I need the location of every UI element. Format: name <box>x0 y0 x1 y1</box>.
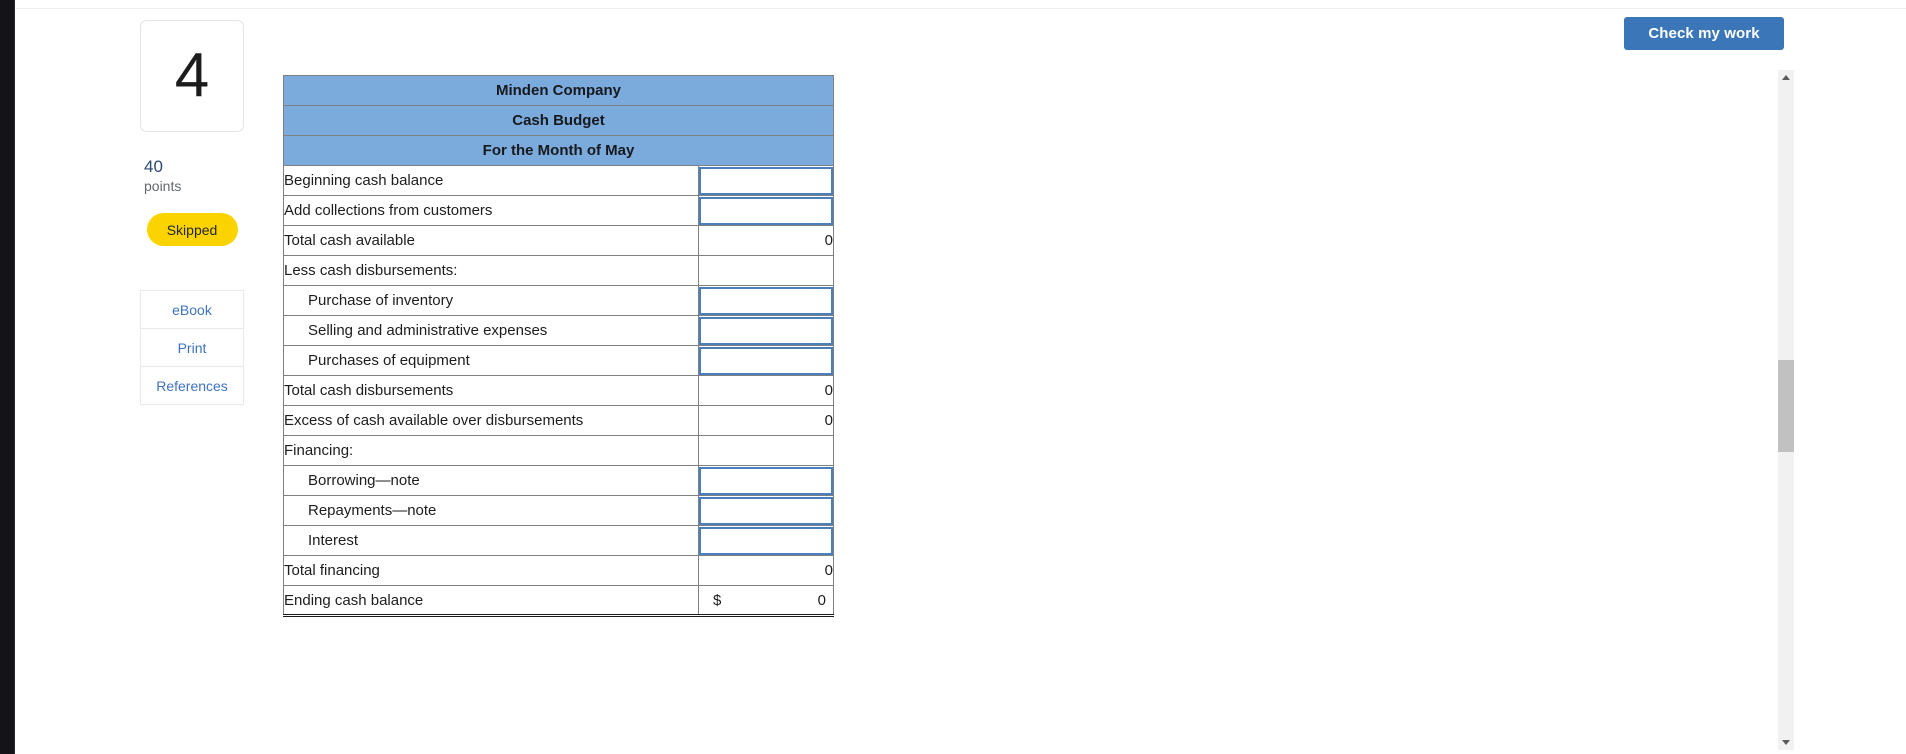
references-button[interactable]: References <box>141 367 243 406</box>
row-input-cell[interactable] <box>698 165 834 196</box>
table-row: Purchase of inventory <box>283 285 834 316</box>
row-input-cell[interactable] <box>698 465 834 496</box>
table-row: Purchases of equipment <box>283 345 834 376</box>
scroll-up-arrow-icon[interactable] <box>1778 70 1794 86</box>
scroll-down-arrow-icon[interactable] <box>1778 734 1794 750</box>
table-row: Excess of cash available over disburseme… <box>283 405 834 436</box>
excess-of-cash-value: 0 <box>698 405 834 436</box>
period-title: For the Month of May <box>283 135 834 166</box>
cash-budget-body: Minden Company Cash Budget For the Month… <box>283 75 834 617</box>
points-block: 40 points <box>140 156 244 196</box>
row-label: Beginning cash balance <box>283 165 699 196</box>
purchases-of-equipment-input[interactable] <box>699 346 833 375</box>
repayments-note-input[interactable] <box>699 496 833 525</box>
table-row: Selling and administrative expenses <box>283 315 834 346</box>
row-label: Add collections from customers <box>283 195 699 226</box>
interest-input[interactable] <box>699 526 833 555</box>
collections-from-customers-input[interactable] <box>699 196 833 225</box>
table-row: Total cash available 0 <box>283 225 834 256</box>
cash-budget-table: Minden Company Cash Budget For the Month… <box>283 75 834 617</box>
row-label: Borrowing—note <box>283 465 699 496</box>
selling-admin-expenses-input[interactable] <box>699 316 833 345</box>
row-label: Total cash disbursements <box>283 375 699 406</box>
row-label: Purchases of equipment <box>283 345 699 376</box>
table-title-row: Cash Budget <box>283 105 834 136</box>
question-sidebar: 4 40 points Skipped eBook Print Referenc… <box>140 20 244 406</box>
browser-edge-strip <box>0 0 15 754</box>
row-label: Total financing <box>283 555 699 586</box>
row-label: Total cash available <box>283 225 699 256</box>
app-screen: Check my work 4 40 points Skipped eBook … <box>0 0 1906 754</box>
borrowing-note-input[interactable] <box>699 466 833 495</box>
scrollbar-thumb[interactable] <box>1778 360 1794 452</box>
table-row: Less cash disbursements: <box>283 255 834 286</box>
row-label: Financing: <box>283 435 699 466</box>
table-row: Borrowing—note <box>283 465 834 496</box>
content-top-divider <box>16 8 1906 9</box>
row-input-cell[interactable] <box>698 525 834 556</box>
table-row: Beginning cash balance <box>283 165 834 196</box>
row-input-cell[interactable] <box>698 315 834 346</box>
ending-cash-balance-value: 0 <box>817 591 826 609</box>
vertical-scrollbar[interactable] <box>1778 70 1794 750</box>
company-name-title: Minden Company <box>283 75 834 106</box>
question-number-card: 4 <box>140 20 244 132</box>
row-label: Repayments—note <box>283 495 699 526</box>
question-number: 4 <box>174 41 210 110</box>
row-label: Excess of cash available over disburseme… <box>283 405 699 436</box>
total-cash-available-value: 0 <box>698 225 834 256</box>
resource-links: eBook Print References <box>140 290 244 406</box>
purchase-of-inventory-input[interactable] <box>699 286 833 315</box>
table-row: Financing: <box>283 435 834 466</box>
table-row: Total financing 0 <box>283 555 834 586</box>
cash-budget-container: Minden Company Cash Budget For the Month… <box>283 75 834 617</box>
table-row: Interest <box>283 525 834 556</box>
status-badge-skipped[interactable]: Skipped <box>146 213 238 247</box>
currency-symbol: $ <box>713 591 722 609</box>
row-input-cell[interactable] <box>698 495 834 526</box>
beginning-cash-balance-input[interactable] <box>699 166 833 195</box>
table-title-row: For the Month of May <box>283 135 834 166</box>
row-label: Ending cash balance <box>283 585 699 617</box>
row-input-cell[interactable] <box>698 345 834 376</box>
statement-name-title: Cash Budget <box>283 105 834 136</box>
table-row: Repayments—note <box>283 495 834 526</box>
points-value: 40 <box>144 157 163 176</box>
total-cash-disbursements-value: 0 <box>698 375 834 406</box>
row-label: Interest <box>283 525 699 556</box>
ending-cash-balance-cell: $ 0 <box>698 585 834 617</box>
row-empty-cell <box>698 435 834 466</box>
table-row: Add collections from customers <box>283 195 834 226</box>
check-my-work-button[interactable]: Check my work <box>1624 17 1784 50</box>
row-empty-cell <box>698 255 834 286</box>
row-label: Purchase of inventory <box>283 285 699 316</box>
row-label: Selling and administrative expenses <box>283 315 699 346</box>
points-label: points <box>144 178 182 195</box>
row-input-cell[interactable] <box>698 195 834 226</box>
row-label: Less cash disbursements: <box>283 255 699 286</box>
total-financing-value: 0 <box>698 555 834 586</box>
table-title-row: Minden Company <box>283 75 834 106</box>
table-row: Total cash disbursements 0 <box>283 375 834 406</box>
table-row: Ending cash balance $ 0 <box>283 585 834 617</box>
print-button[interactable]: Print <box>141 329 243 368</box>
ebook-button[interactable]: eBook <box>141 291 243 330</box>
row-input-cell[interactable] <box>698 285 834 316</box>
